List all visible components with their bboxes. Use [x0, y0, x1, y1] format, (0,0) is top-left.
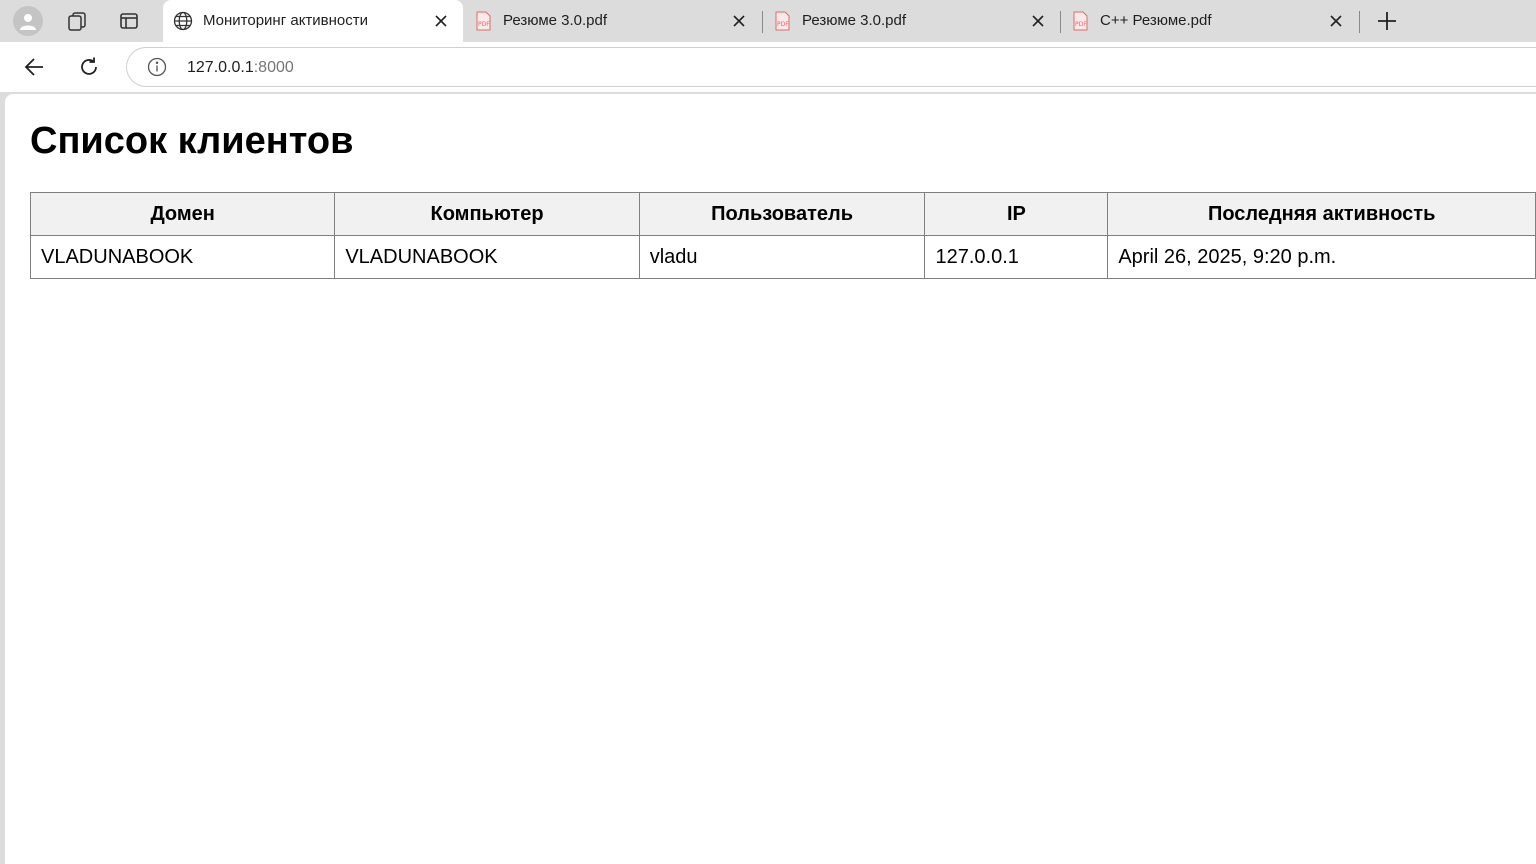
column-header-ip: IP [924, 192, 1109, 236]
table-header-row: Домен Компьютер Пользователь IP Последня… [29, 192, 1536, 236]
page-title: Список клиентов [30, 120, 354, 162]
globe-icon [173, 11, 193, 31]
clients-table: Домен Компьютер Пользователь IP Последня… [29, 192, 1536, 279]
svg-text:PDF: PDF [1075, 21, 1087, 28]
site-info-icon[interactable] [147, 57, 167, 77]
column-header-computer: Компьютер [334, 192, 640, 236]
tab-separator [1359, 11, 1360, 33]
column-header-domain: Домен [29, 192, 336, 236]
tab-title: Мониторинг активности [203, 12, 369, 29]
tab-cpp-resume[interactable]: PDF C++ Резюме.pdf [1060, 0, 1358, 42]
cell-computer: VLADUNABOOK [334, 235, 640, 279]
close-tab-icon[interactable] [1326, 11, 1346, 31]
tab-resume-2[interactable]: PDF Резюме 3.0.pdf [762, 0, 1060, 42]
table-row: VLADUNABOOK VLADUNABOOK vladu 127.0.0.1 … [29, 235, 1536, 279]
address-bar[interactable]: 127.0.0.1:8000 [126, 47, 1536, 87]
page-content: Список клиентов Домен Компьютер Пользова… [5, 94, 1536, 864]
profile-avatar-icon [13, 6, 43, 36]
back-arrow-icon[interactable] [17, 50, 51, 84]
cell-user: vladu [638, 235, 926, 279]
column-header-user: Пользователь [638, 192, 926, 236]
url-text: 127.0.0.1:8000 [187, 59, 294, 77]
pdf-icon: PDF [473, 11, 493, 31]
tab-strip: Мониторинг активности PDF Резюме 3.0.pdf… [0, 0, 1536, 42]
cell-ip: 127.0.0.1 [924, 235, 1109, 279]
pdf-icon: PDF [1070, 11, 1090, 31]
svg-text:PDF: PDF [478, 21, 490, 28]
url-host: 127.0.0.1 [187, 59, 254, 76]
new-tab-icon[interactable] [1370, 4, 1404, 38]
cell-domain: VLADUNABOOK [29, 235, 336, 279]
browser-toolbar: 127.0.0.1:8000 [0, 42, 1536, 92]
tab-actions-icon[interactable] [112, 4, 146, 38]
column-header-last-activity: Последняя активность [1107, 192, 1536, 236]
close-tab-icon[interactable] [431, 11, 451, 31]
svg-text:PDF: PDF [777, 21, 789, 28]
reload-icon[interactable] [72, 50, 106, 84]
cell-last-activity: April 26, 2025, 9:20 p.m. [1107, 235, 1536, 279]
url-port: :8000 [253, 59, 294, 76]
tab-monitoring[interactable]: Мониторинг активности [163, 0, 463, 42]
tab-title: C++ Резюме.pdf [1100, 12, 1212, 29]
close-tab-icon[interactable] [729, 11, 749, 31]
close-tab-icon[interactable] [1028, 11, 1048, 31]
tab-title: Резюме 3.0.pdf [503, 12, 608, 29]
workspaces-icon[interactable] [60, 4, 94, 38]
profile-button[interactable] [11, 4, 45, 38]
tab-resume-1[interactable]: PDF Резюме 3.0.pdf [463, 0, 761, 42]
tab-title: Резюме 3.0.pdf [802, 12, 907, 29]
pdf-icon: PDF [772, 11, 792, 31]
